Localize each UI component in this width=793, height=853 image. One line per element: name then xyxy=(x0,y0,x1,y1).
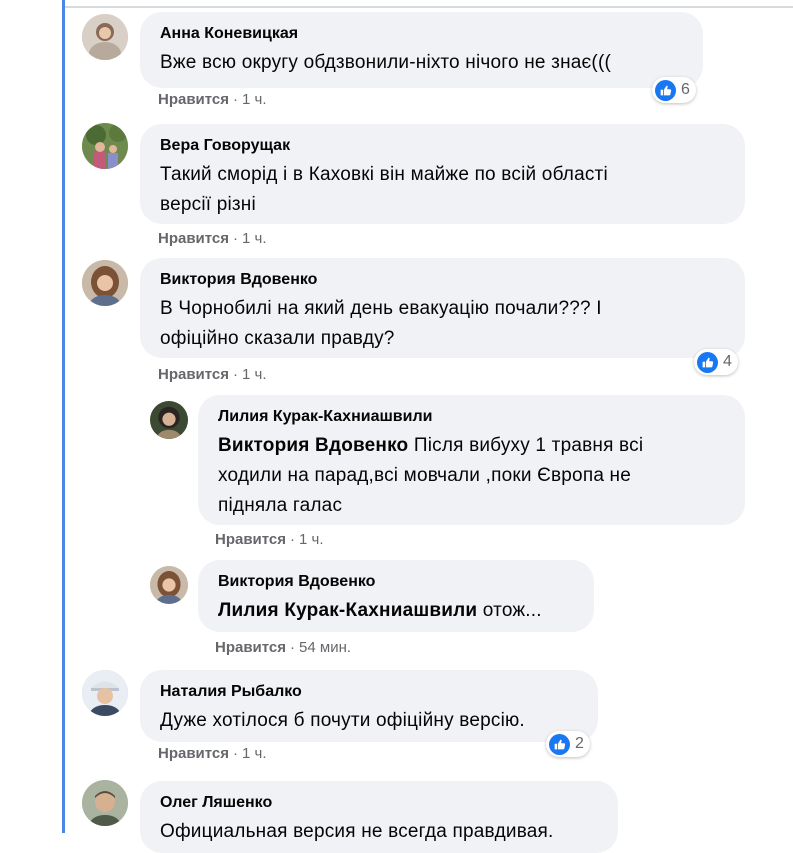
comment-bubble: Олег Ляшенко Официальная версия не всегд… xyxy=(140,781,618,853)
thread-rail xyxy=(62,0,65,833)
reaction-count: 6 xyxy=(681,81,690,98)
reaction-count: 2 xyxy=(575,735,584,752)
comment-text: Після вибуху 1 травня всі xyxy=(413,435,644,456)
comment-text-line: підняла галас xyxy=(218,495,343,516)
comment-bubble: Лилия Курак-Кахниашвили Виктория Вдовенк… xyxy=(198,395,745,525)
mention-link[interactable]: Виктория Вдовенко xyxy=(218,435,408,456)
reaction-badge[interactable]: 4 xyxy=(694,349,738,375)
comment-bubble: Наталия Рыбалко Дуже хотілося б почути о… xyxy=(140,670,598,742)
comment-meta: Нравится · 1 ч. xyxy=(215,531,324,548)
comment-author[interactable]: Виктория Вдовенко xyxy=(160,270,725,290)
top-divider xyxy=(65,6,793,8)
comment-text-line: Виктория Вдовенко Після вибуху 1 травня … xyxy=(218,431,725,461)
separator-dot: · xyxy=(233,745,239,762)
avatar[interactable] xyxy=(82,260,128,306)
avatar[interactable] xyxy=(150,566,188,604)
like-button[interactable]: Нравится xyxy=(215,531,286,548)
comment-text-line: ходили на парад,всі мовчали ,поки Європа… xyxy=(218,465,632,486)
comment-author[interactable]: Олег Ляшенко xyxy=(160,793,598,813)
comment-text: Вже всю округу обдзвонили-ніхто нічого н… xyxy=(160,52,612,73)
comment-bubble: Виктория Вдовенко Лилия Курак-Кахниашвил… xyxy=(198,560,594,632)
separator-dot: · xyxy=(290,639,296,656)
comment-author[interactable]: Виктория Вдовенко xyxy=(218,572,574,592)
comment-meta: Нравится · 54 мин. xyxy=(215,639,351,656)
comment-meta: Нравится · 1 ч. xyxy=(158,745,267,762)
timestamp[interactable]: 1 ч. xyxy=(242,91,267,108)
comment-text-line: офіційно сказали правду? xyxy=(160,328,395,349)
comment-text: Официальная версия не всегда правдивая. xyxy=(160,821,554,842)
comment-meta: Нравится · 1 ч. xyxy=(158,91,267,108)
reaction-count: 4 xyxy=(723,353,732,370)
comment-author[interactable]: Вера Говорущак xyxy=(160,136,725,156)
comment-bubble: Анна Коневицкая Вже всю округу обдзвонил… xyxy=(140,12,703,88)
comment-text: отож... xyxy=(482,600,542,621)
timestamp[interactable]: 1 ч. xyxy=(299,531,324,548)
timestamp[interactable]: 1 ч. xyxy=(242,366,267,383)
comment-text: Дуже хотілося б почути офіційну версію. xyxy=(160,710,525,731)
comment-text-line: В Чорнобилі на який день евакуацію почал… xyxy=(160,298,602,319)
thumbs-up-icon xyxy=(697,351,718,373)
separator-dot: · xyxy=(233,366,239,383)
separator-dot: · xyxy=(290,531,296,548)
comment-text-line: Такий сморід і в Каховкі він майже по вс… xyxy=(160,164,608,185)
avatar[interactable] xyxy=(82,123,128,169)
avatar[interactable] xyxy=(82,780,128,826)
avatar[interactable] xyxy=(82,14,128,60)
reaction-badge[interactable]: 6 xyxy=(652,77,696,103)
like-button[interactable]: Нравится xyxy=(215,639,286,656)
comment-author[interactable]: Анна Коневицкая xyxy=(160,24,683,44)
like-button[interactable]: Нравится xyxy=(158,230,229,247)
comment-meta: Нравится · 1 ч. xyxy=(158,230,267,247)
like-button[interactable]: Нравится xyxy=(158,366,229,383)
comment-bubble: Вера Говорущак Такий сморід і в Каховкі … xyxy=(140,124,745,224)
reaction-badge[interactable]: 2 xyxy=(546,731,590,757)
separator-dot: · xyxy=(233,91,239,108)
timestamp[interactable]: 1 ч. xyxy=(242,745,267,762)
avatar[interactable] xyxy=(150,401,188,439)
left-gutter xyxy=(0,0,70,833)
thumbs-up-icon xyxy=(655,79,676,101)
comment-meta: Нравится · 1 ч. xyxy=(158,366,267,383)
separator-dot: · xyxy=(233,230,239,247)
like-button[interactable]: Нравится xyxy=(158,91,229,108)
comment-author[interactable]: Лилия Курак-Кахниашвили xyxy=(218,407,725,427)
like-button[interactable]: Нравится xyxy=(158,745,229,762)
mention-link[interactable]: Лилия Курак-Кахниашвили xyxy=(218,600,477,621)
comment-text-line: Лилия Курак-Кахниашвили отож... xyxy=(218,596,574,626)
avatar[interactable] xyxy=(82,670,128,716)
timestamp[interactable]: 1 ч. xyxy=(242,230,267,247)
thumbs-up-icon xyxy=(549,733,570,755)
comment-text-line: версії різні xyxy=(160,194,256,215)
timestamp[interactable]: 54 мин. xyxy=(299,639,351,656)
comment-author[interactable]: Наталия Рыбалко xyxy=(160,682,578,702)
comment-bubble: Виктория Вдовенко В Чорнобилі на який де… xyxy=(140,258,745,358)
